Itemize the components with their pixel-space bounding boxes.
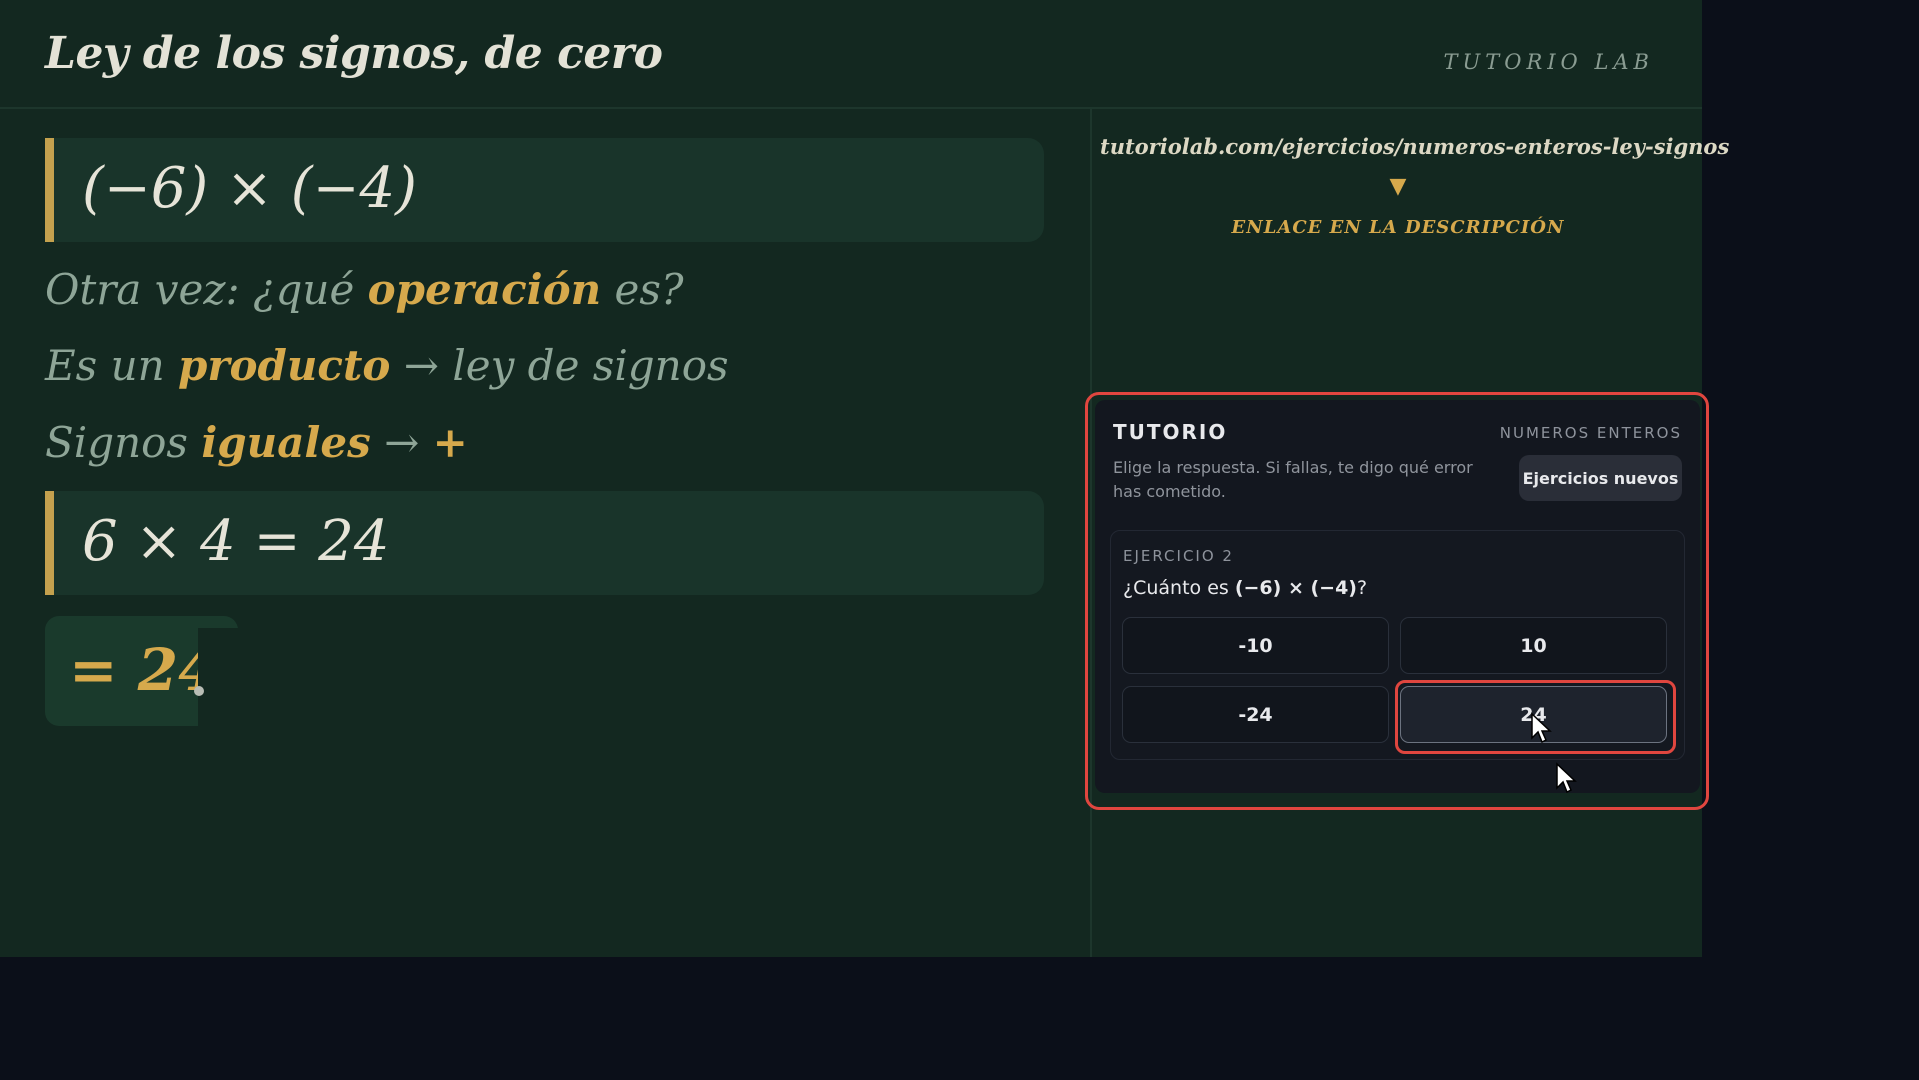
brand-logo-text: TUTORIO LAB — [1443, 50, 1654, 74]
step-line-signs: Signos iguales → + — [45, 418, 468, 467]
step-text: → — [370, 418, 433, 467]
calculation-box: 6 × 4 = 24 — [45, 491, 1044, 595]
mouse-pointer-icon — [1531, 712, 1552, 744]
step-line-operation: Otra vez: ¿qué operación es? — [45, 265, 683, 314]
lesson-header: Ley de los signos, de cero TUTORIO LAB — [0, 0, 1702, 109]
step-line-product: Es un producto → ley de signos — [45, 341, 729, 390]
step-highlight: operación — [367, 265, 602, 314]
sign-plus: + — [432, 418, 468, 467]
bottom-bar — [0, 957, 1919, 1080]
result-reveal-mask — [198, 628, 238, 728]
step-text: → ley de signos — [390, 341, 729, 390]
step-text: Es un — [45, 341, 179, 390]
step-highlight: producto — [178, 341, 391, 390]
mouse-pointer-icon — [1556, 762, 1577, 794]
step-text: Otra vez: ¿qué — [45, 265, 368, 314]
expression-box: (−6) × (−4) — [45, 138, 1044, 242]
step-highlight: iguales — [201, 418, 371, 467]
calculation-text: 6 × 4 = 24 — [82, 509, 390, 574]
step-text: Signos — [45, 418, 202, 467]
pen-dot — [194, 686, 204, 696]
expression-text: (−6) × (−4) — [82, 156, 418, 221]
link-note: ENLACE EN LA DESCRIPCIÓN — [1231, 217, 1565, 238]
arrow-down-icon: ▼ — [1389, 174, 1407, 199]
exercise-url: tutoriolab.com/ejercicios/numeros-entero… — [1100, 134, 1730, 159]
lesson-title: Ley de los signos, de cero — [45, 28, 663, 79]
step-text: es? — [601, 265, 684, 314]
